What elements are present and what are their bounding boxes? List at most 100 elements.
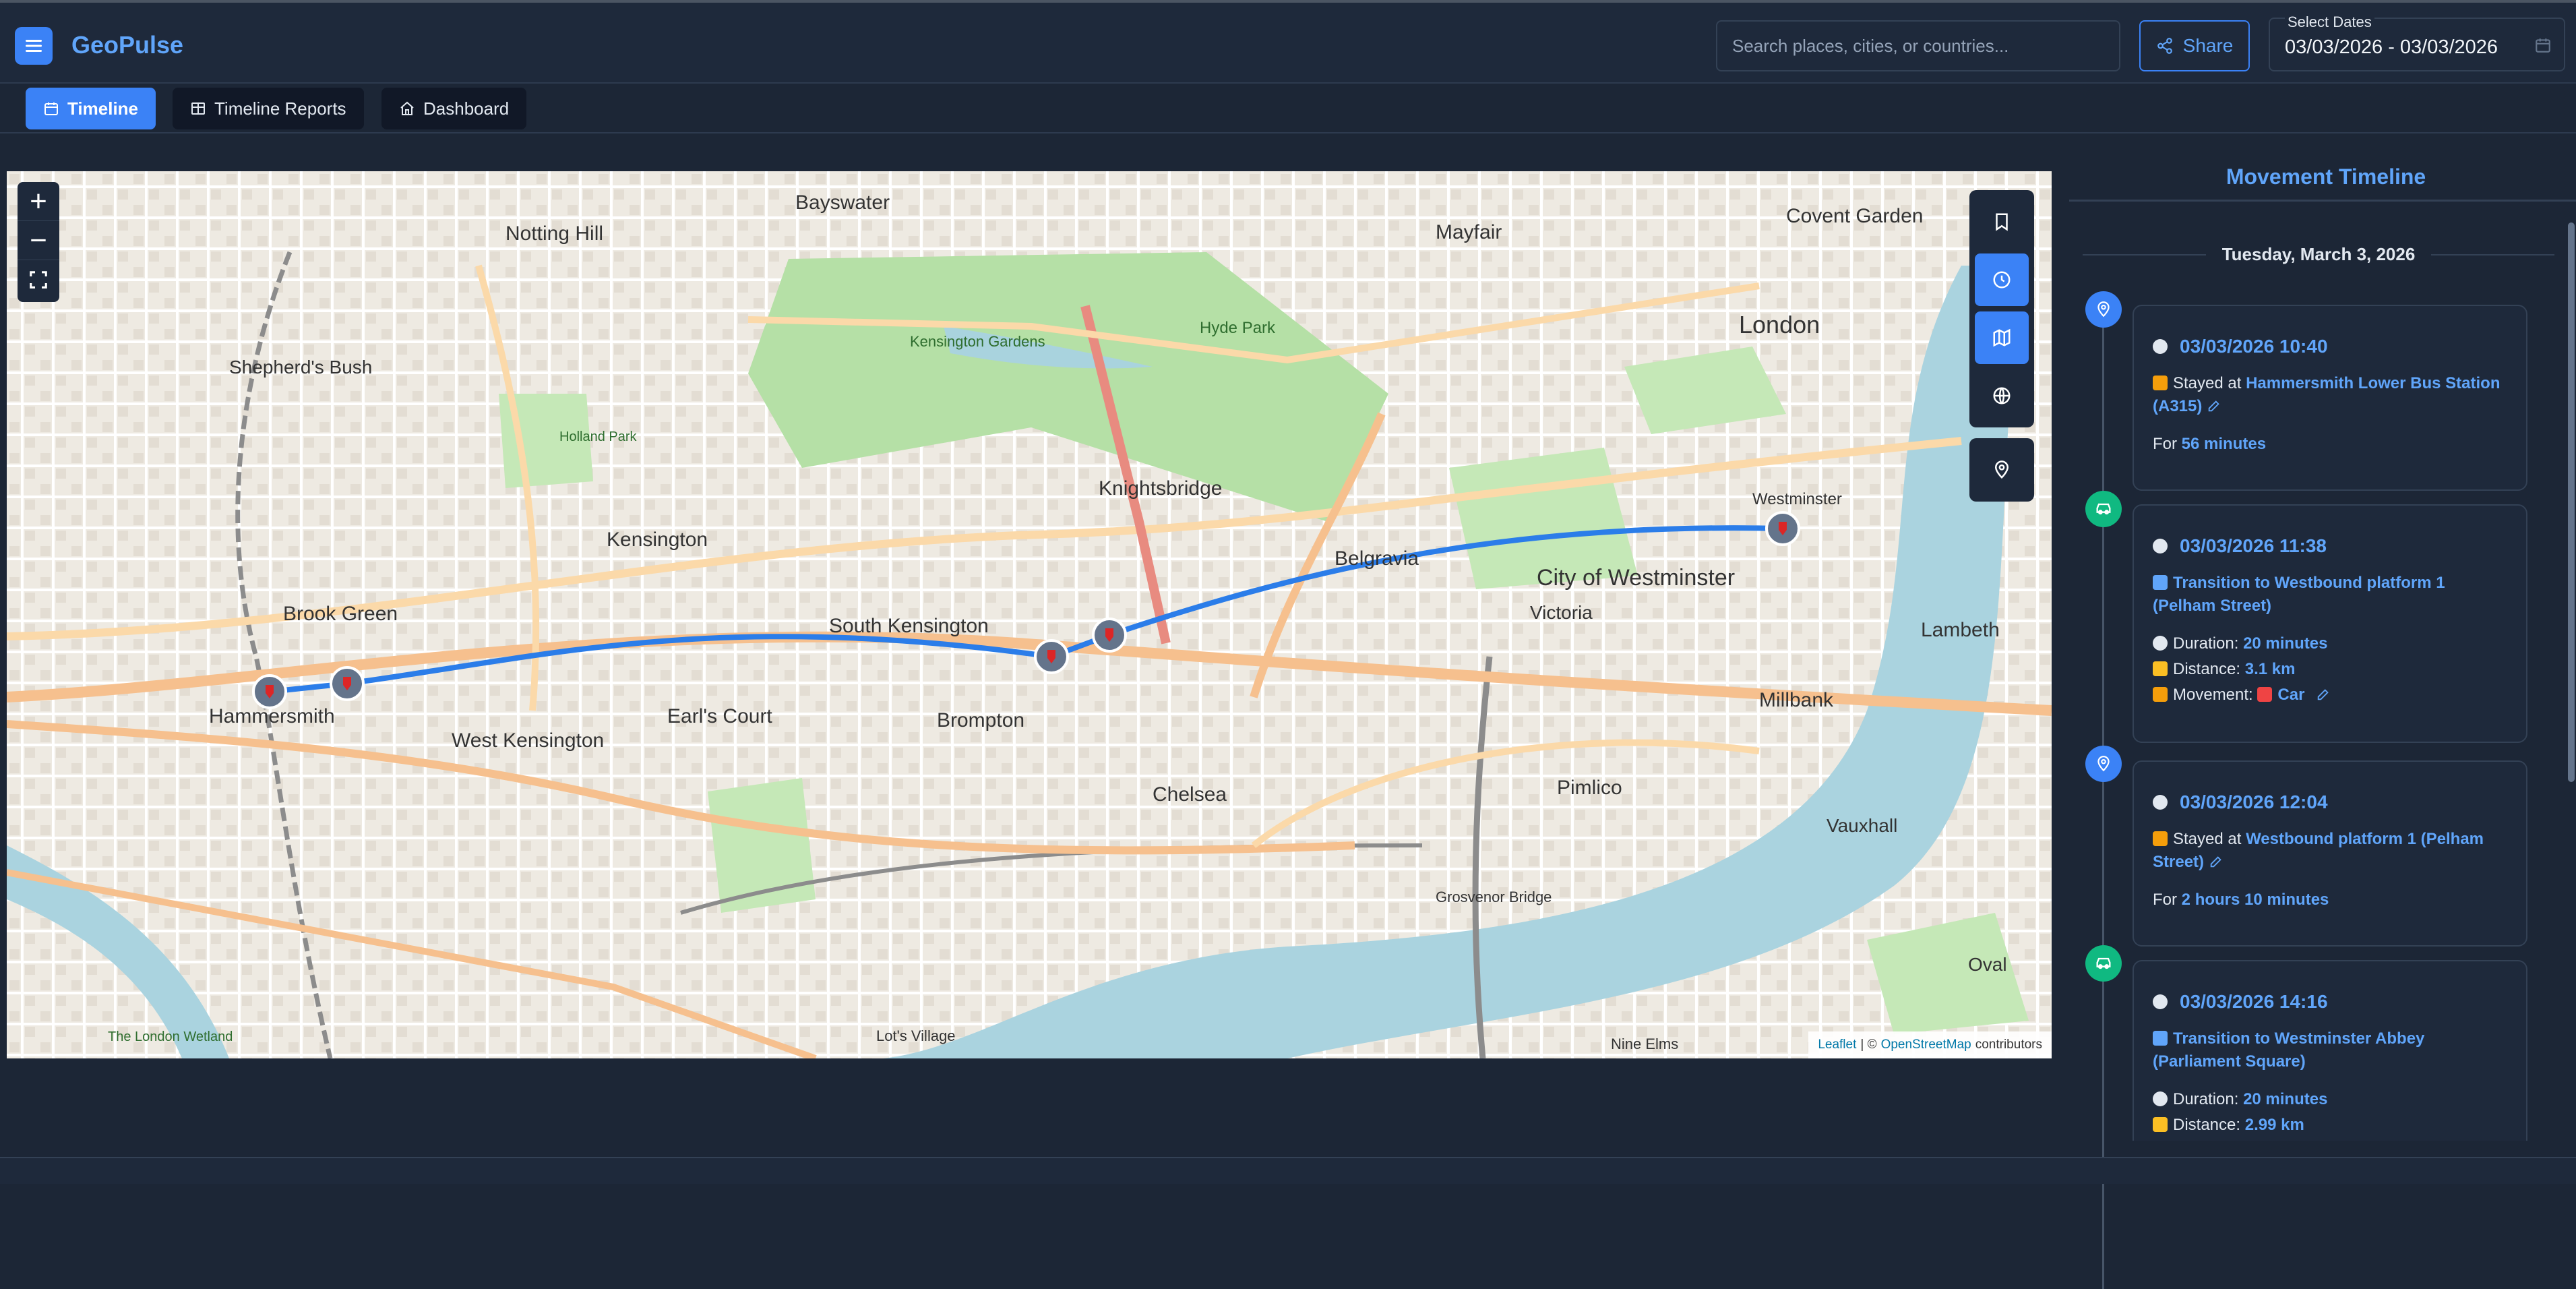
fullscreen-button[interactable] [18,260,59,299]
path-layer-button[interactable] [1975,311,2029,364]
clock-icon [2153,339,2168,354]
trip-marker [2085,945,2122,982]
stop-marker[interactable] [1034,639,1069,674]
item-time: 03/03/2026 14:16 [2180,991,2328,1012]
map-label: Pimlico [1557,777,1622,799]
home-icon [400,101,414,115]
duration-label: For [2153,891,2177,909]
timeline-item[interactable]: 03/03/2026 12:04 Stayed at Westbound pla… [2133,760,2527,947]
attribution-separator: | © [1860,1038,1877,1052]
stay-marker [2085,291,2122,328]
date-range-picker[interactable]: Select Dates 03/03/2026 - 03/03/2026 [2269,13,2565,71]
stop-marker[interactable] [1092,618,1127,653]
map-label: Belgravia [1335,547,1419,570]
map-pin-icon [2097,756,2110,772]
stay-marker [2085,746,2122,782]
duration-label: Duration: [2173,634,2239,653]
duration-label: Duration: [2173,1090,2239,1108]
top-bar: GeoPulse Share Select Dates 03/03/2026 -… [0,0,2576,84]
clock-icon [1993,271,2011,289]
map-view[interactable]: Bayswater Notting Hill Mayfair Covent Ga… [7,171,2052,1058]
search-input[interactable] [1716,20,2120,71]
share-icon [2157,38,2172,54]
map-label: Westminster [1752,490,1842,508]
transition-icon [2153,575,2168,590]
item-time: 03/03/2026 10:40 [2180,336,2328,357]
footer-bar [0,1157,2576,1184]
stop-marker[interactable] [330,666,365,701]
date-range-label: Select Dates [2285,13,2374,31]
house-icon [2153,831,2168,846]
ruler-icon [2153,1117,2168,1132]
osm-link[interactable]: OpenStreetMap [1881,1038,1971,1052]
panel-title: Movement Timeline [2226,164,2426,189]
map-label: Victoria [1530,602,1593,623]
app-brand[interactable]: GeoPulse [71,31,183,59]
map-label: Brompton [937,709,1024,731]
map-label: West Kensington [452,729,604,752]
bookmark-icon [1996,213,2008,231]
movement-timeline-panel: Movement Timeline Tuesday, March 3, 2026… [2069,156,2576,1289]
map-label: City of Westminster [1537,565,1735,591]
timeline-layer-button[interactable] [1975,253,2029,306]
map-label: Holland Park [559,429,638,444]
edit-icon[interactable] [2207,398,2221,413]
tab-label: Timeline Reports [214,98,346,119]
tab-bar: Timeline Timeline Reports Dashboard [0,85,2576,133]
date-header-label: Tuesday, March 3, 2026 [2221,244,2416,264]
edit-icon[interactable] [2316,687,2331,702]
traffic-light-icon [2153,687,2168,702]
car-icon [2096,957,2111,969]
map-label: Hammersmith [209,705,335,727]
map-label: London [1739,311,1820,338]
calendar-icon[interactable] [2534,36,2552,54]
panel-scrollbar[interactable] [2568,222,2575,782]
zoom-in-button[interactable]: + [18,182,59,221]
locate-button[interactable] [1975,444,2029,496]
tab-dashboard[interactable]: Dashboard [381,88,527,129]
map-icon [1993,328,2011,347]
car-icon [2096,503,2111,515]
tab-label: Timeline [67,98,139,119]
edit-icon[interactable] [2209,854,2224,869]
menu-button[interactable] [15,27,53,65]
timeline-item[interactable]: 03/03/2026 11:38 Transition to Westbound… [2133,504,2527,743]
globe-layer-button[interactable] [1975,369,2029,422]
stop-marker[interactable] [1765,511,1800,546]
clock-icon [2153,539,2168,553]
timeline-item[interactable]: 03/03/2026 14:16 Transition to Westminst… [2133,960,2527,1141]
item-prefix: Stayed at [2173,830,2242,848]
house-icon [2153,376,2168,390]
share-button[interactable]: Share [2139,20,2250,71]
item-prefix: Transition to [2173,1029,2270,1048]
map-tiles[interactable]: Bayswater Notting Hill Mayfair Covent Ga… [7,171,2052,1058]
map-label: Mayfair [1436,221,1502,243]
leaflet-link[interactable]: Leaflet [1818,1038,1856,1052]
map-label: Chelsea [1153,783,1227,806]
map-label: Brook Green [283,603,398,625]
duration-value: 20 minutes [2243,634,2328,653]
map-label: Knightsbridge [1099,477,1222,500]
zoom-out-button[interactable]: − [18,221,59,260]
map-label: Grosvenor Bridge [1436,889,1552,905]
map-label: Covent Garden [1786,205,1923,227]
duration-label: For [2153,435,2177,453]
tab-timeline-reports[interactable]: Timeline Reports [173,88,364,129]
map-label: Millbank [1759,689,1834,711]
stopwatch-icon [2153,1091,2168,1106]
attribution-suffix: contributors [1975,1038,2042,1052]
item-time: 03/03/2026 12:04 [2180,791,2328,812]
timeline-item[interactable]: 03/03/2026 10:40 Stayed at Hammersmith L… [2133,305,2527,491]
date-range-value: 03/03/2026 - 03/03/2026 [2285,36,2498,58]
clock-icon [2153,994,2168,1009]
tab-timeline[interactable]: Timeline [26,88,156,129]
map-label: The London Wetland [108,1029,233,1044]
ruler-icon [2153,661,2168,676]
map-attribution: Leaflet | © OpenStreetMap contributors [1808,1031,2052,1058]
distance-value: 3.1 km [2244,660,2296,678]
duration-value: 20 minutes [2243,1090,2328,1108]
item-time: 03/03/2026 11:38 [2180,535,2327,556]
stop-marker[interactable] [252,674,287,709]
favorites-button[interactable] [1975,196,2029,248]
trip-marker [2085,491,2122,527]
